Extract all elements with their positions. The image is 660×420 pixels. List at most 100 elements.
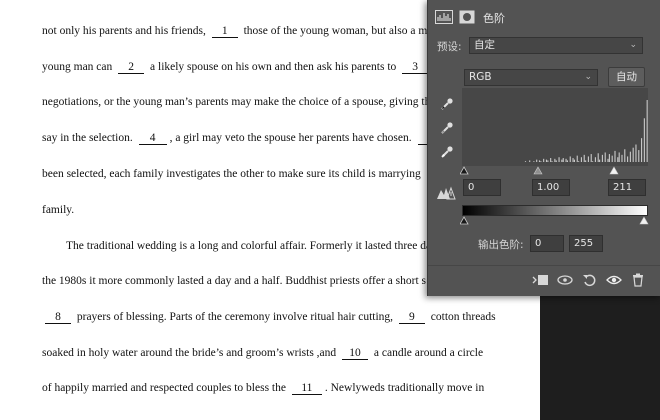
output-levels-slider[interactable] <box>460 216 650 226</box>
histogram-bar <box>550 158 552 162</box>
text-run: say in the selection. <box>42 132 136 144</box>
histogram-bar <box>529 160 531 162</box>
histogram-bar <box>573 159 575 162</box>
histogram-bar <box>592 161 594 162</box>
levels-adjustment-icon[interactable] <box>435 10 453 26</box>
output-black-field[interactable]: 0 <box>530 235 564 252</box>
output-white-field[interactable]: 255 <box>569 235 603 252</box>
document-text-line: not only his parents and his friends, 1 … <box>42 25 436 38</box>
chevron-down-icon: ⌄ <box>629 40 637 50</box>
histogram-bar <box>597 153 599 162</box>
text-run: the 1980s it more commonly lasted a day … <box>42 275 427 287</box>
histogram-bar <box>585 160 587 162</box>
histogram-bar <box>594 157 596 162</box>
output-white-handle[interactable] <box>639 216 649 225</box>
histogram <box>462 88 648 166</box>
text-run: soaked in holy water around the bride’s … <box>42 347 340 359</box>
histogram-bar <box>601 154 603 162</box>
text-run: prayers of blessing. Parts of the ceremo… <box>74 311 396 323</box>
gray-eyedropper-icon[interactable] <box>439 121 455 137</box>
histogram-bar <box>561 159 563 162</box>
histogram-bar <box>629 151 631 162</box>
visibility-icon[interactable] <box>606 273 622 289</box>
document-text-line: family. <box>42 204 74 216</box>
input-black-handle[interactable] <box>460 166 469 175</box>
document-text-line: negotiations, or the young man’s parents… <box>42 96 449 108</box>
histogram-bar <box>562 158 564 162</box>
auto-button[interactable]: 自动 <box>608 67 645 87</box>
levels-properties-panel: 色阶 预设: 自定 ⌄ RGB ⌄ 自动 0 1.00 211 输出色阶: 0 … <box>427 0 660 296</box>
histogram-bar <box>551 161 553 162</box>
histogram-bar <box>617 157 619 162</box>
answer-blank: 10 <box>342 347 369 360</box>
histogram-bar <box>533 161 535 162</box>
black-eyedropper-icon[interactable] <box>439 97 455 113</box>
histogram-background <box>462 88 648 166</box>
histogram-bar <box>604 152 606 162</box>
canvas-background <box>540 296 660 420</box>
mask-icon[interactable] <box>459 10 475 26</box>
histogram-bar <box>545 159 548 162</box>
histogram-bar <box>590 154 592 162</box>
answer-blank: 2 <box>118 61 145 74</box>
input-gamma-handle[interactable] <box>533 166 543 175</box>
histogram-bar <box>547 160 549 162</box>
text-run: The traditional wedding is a long and co… <box>66 240 442 252</box>
answer-blank: 1 <box>211 25 238 38</box>
histogram-bar <box>632 147 634 162</box>
answer-blank: 9 <box>398 311 425 324</box>
histogram-bar <box>621 154 623 162</box>
output-gradient-bar <box>462 205 648 216</box>
text-run: cotton threads <box>427 311 496 323</box>
input-gamma-field[interactable]: 1.00 <box>532 179 570 196</box>
histogram-bar <box>638 150 640 162</box>
histogram-bar <box>607 158 609 162</box>
histogram-warning-icon[interactable] <box>436 186 456 202</box>
answer-blank: 3 <box>402 61 429 74</box>
white-eyedropper-icon[interactable] <box>439 145 455 161</box>
histogram-bar <box>599 159 601 162</box>
histogram-bar <box>643 118 645 162</box>
histogram-bar <box>624 149 626 162</box>
histogram-bar <box>565 158 567 162</box>
histogram-bar <box>587 156 589 162</box>
panel-bottom-toolbar <box>428 265 660 297</box>
trash-icon[interactable] <box>630 273 646 289</box>
preset-dropdown[interactable]: 自定 ⌄ <box>469 37 643 54</box>
reset-icon[interactable] <box>582 273 598 289</box>
auto-button-label: 自动 <box>616 71 637 83</box>
input-white-field[interactable]: 211 <box>608 179 646 196</box>
input-white-handle[interactable] <box>609 166 619 175</box>
input-black-field[interactable]: 0 <box>463 179 501 196</box>
output-black-handle[interactable] <box>460 216 469 225</box>
channel-dropdown[interactable]: RGB ⌄ <box>464 69 598 86</box>
document-text-line: the 1980s it more commonly lasted a day … <box>42 275 426 287</box>
document-text-line: say in the selection. 4, a girl may veto… <box>42 132 453 145</box>
histogram-bar <box>543 158 545 162</box>
preset-label: 预设: <box>437 41 462 53</box>
histogram-bar <box>569 156 571 162</box>
clip-to-layer-icon[interactable] <box>532 273 550 289</box>
text-run: those of the young woman, but also a mat <box>240 25 436 37</box>
text-run: . Newlyweds traditionally move in <box>324 382 485 394</box>
text-run: been selected, each family investigates … <box>42 168 424 180</box>
histogram-bar <box>566 160 569 162</box>
histogram-bar <box>558 157 560 162</box>
histogram-bar <box>576 155 578 162</box>
histogram-bar <box>635 144 637 162</box>
answer-blank: 8 <box>45 311 71 324</box>
input-levels-slider[interactable] <box>460 166 650 176</box>
histogram-bar <box>536 159 538 162</box>
text-run: a candle around a circle <box>371 347 484 359</box>
histogram-bar <box>578 161 580 162</box>
histogram-bar <box>618 152 620 162</box>
view-previous-icon[interactable] <box>556 273 574 289</box>
chevron-down-icon: ⌄ <box>584 72 592 82</box>
histogram-bar <box>614 150 616 162</box>
histogram-bar <box>646 100 648 162</box>
histogram-bar <box>572 158 574 162</box>
text-run: , a girl may veto the spouse her parents… <box>169 132 415 144</box>
histogram-bar <box>524 161 527 162</box>
document-text-line: The traditional wedding is a long and co… <box>66 240 441 252</box>
answer-blank: 4 <box>138 132 167 145</box>
